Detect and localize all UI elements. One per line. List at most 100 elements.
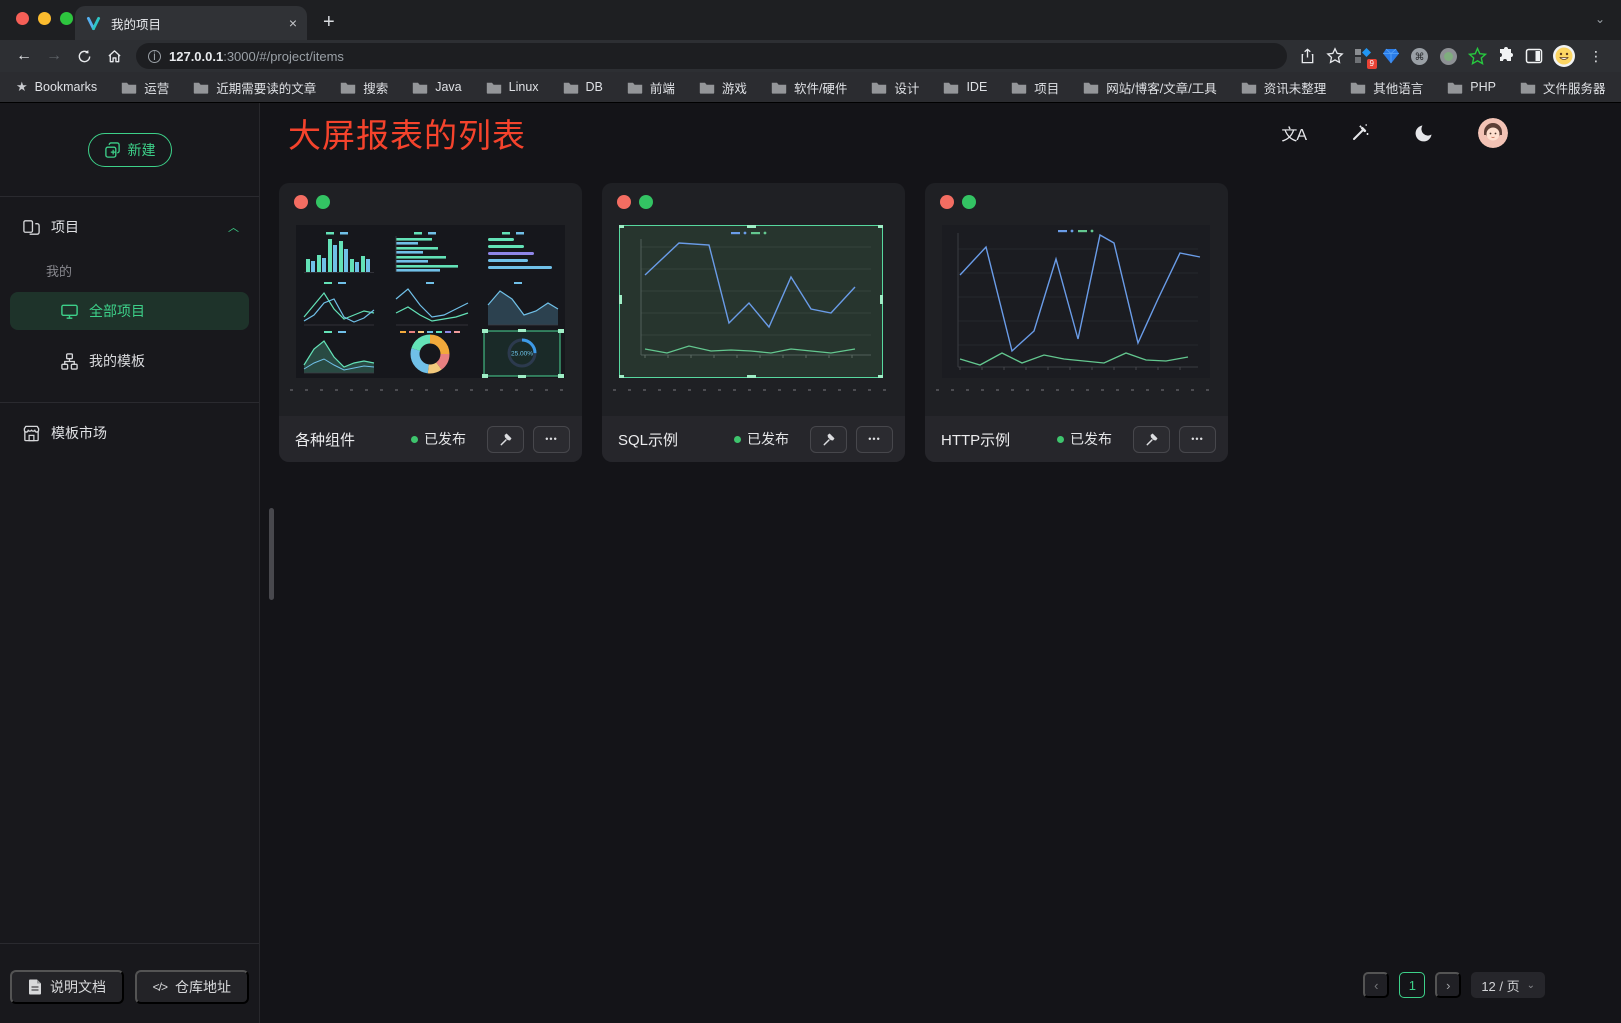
- toolbar-right-icons: 9 ⌘ ⋮: [1295, 45, 1611, 67]
- window-zoom-button[interactable]: [60, 12, 73, 25]
- bookmark-folder[interactable]: DB: [563, 80, 603, 94]
- browser-tab[interactable]: 我的项目 ×: [75, 6, 307, 40]
- bookmark-folder[interactable]: Linux: [486, 80, 539, 94]
- new-project-button[interactable]: 新建: [88, 133, 172, 167]
- project-card-list: 25.00% 各种组件 已发布: [260, 163, 1621, 462]
- theme-wand-icon[interactable]: [1350, 123, 1370, 143]
- user-avatar[interactable]: [1478, 118, 1508, 148]
- bookmark-folder[interactable]: PHP: [1447, 80, 1496, 94]
- extension-command-icon[interactable]: ⌘: [1410, 47, 1429, 66]
- bookmark-folder[interactable]: 前端: [627, 78, 675, 97]
- folder-icon: [871, 81, 887, 94]
- hammer-icon: [498, 432, 513, 447]
- bookmark-folder[interactable]: 运营: [121, 78, 169, 97]
- edit-project-button[interactable]: [487, 426, 524, 453]
- status-dot: [734, 436, 741, 443]
- sidebar-item-my-templates[interactable]: 我的模板: [10, 342, 249, 380]
- svg-text:⌘: ⌘: [1415, 52, 1425, 63]
- project-card[interactable]: 25.00% 各种组件 已发布: [279, 183, 582, 462]
- profile-avatar[interactable]: [1553, 45, 1575, 67]
- red-dot: [940, 195, 954, 209]
- bookmark-folder[interactable]: 文件服务器: [1520, 78, 1606, 97]
- edit-project-button[interactable]: [810, 426, 847, 453]
- new-tab-button[interactable]: +: [323, 11, 335, 34]
- bookmark-folder[interactable]: IDE: [943, 80, 987, 94]
- project-card[interactable]: SQL示例 已发布 •••: [602, 183, 905, 462]
- window-minimize-button[interactable]: [38, 12, 51, 25]
- header-actions: 文A: [1281, 118, 1508, 148]
- project-name: 各种组件: [295, 429, 411, 450]
- status-dot: [1057, 436, 1064, 443]
- forward-button[interactable]: →: [40, 43, 68, 69]
- green-dot: [639, 195, 653, 209]
- page-size-select[interactable]: 12 / 页 ⌄: [1471, 972, 1545, 998]
- tab-search-chevron-icon[interactable]: ⌄: [1595, 12, 1605, 26]
- bookmark-folder[interactable]: 游戏: [699, 78, 747, 97]
- sidebar-item-template-market[interactable]: 模板市场: [0, 403, 259, 443]
- bookmarks-manager-item[interactable]: ★ Bookmarks: [16, 79, 97, 95]
- bookmark-folder[interactable]: 近期需要读的文章: [193, 78, 316, 97]
- back-button[interactable]: ←: [10, 43, 38, 69]
- page-title: 大屏报表的列表: [288, 109, 526, 157]
- store-icon: [22, 424, 41, 443]
- folder-icon: [1011, 81, 1027, 94]
- share-icon[interactable]: [1299, 48, 1316, 65]
- bookmarks-bar: ★ Bookmarks 运营 近期需要读的文章 搜索 Java Linux DB…: [0, 72, 1621, 103]
- repo-button[interactable]: </> 仓库地址: [135, 970, 249, 1004]
- green-dot: [316, 195, 330, 209]
- side-panel-icon[interactable]: [1525, 47, 1543, 65]
- more-options-button[interactable]: •••: [856, 426, 893, 453]
- language-icon[interactable]: 文A: [1281, 121, 1306, 145]
- tab-close-icon[interactable]: ×: [289, 15, 297, 31]
- card-footer: SQL示例 已发布 •••: [602, 416, 905, 462]
- folder-icon: [412, 81, 428, 94]
- extensions-puzzle-icon[interactable]: [1497, 47, 1515, 65]
- project-thumbnail: [942, 225, 1211, 378]
- site-info-icon[interactable]: i: [148, 50, 161, 63]
- next-page-button[interactable]: ›: [1435, 972, 1461, 998]
- star-icon: ★: [16, 79, 28, 95]
- extension-star-icon[interactable]: [1468, 47, 1487, 66]
- browser-menu-icon[interactable]: ⋮: [1585, 48, 1607, 65]
- sidebar: 新建 项目 ︿ 我的 全部项目 我的模板: [0, 103, 260, 1023]
- hammer-icon: [821, 432, 836, 447]
- bookmark-folder[interactable]: 软件/硬件: [771, 78, 847, 97]
- scrollbar-thumb[interactable]: [269, 508, 274, 600]
- folder-icon: [1447, 81, 1463, 94]
- current-page-button[interactable]: 1: [1399, 972, 1425, 998]
- more-options-button[interactable]: •••: [1179, 426, 1216, 453]
- bookmark-folder[interactable]: 网站/博客/文章/工具: [1083, 78, 1216, 97]
- bookmark-folder[interactable]: 设计: [871, 78, 919, 97]
- docs-button[interactable]: 说明文档: [10, 970, 124, 1004]
- url-bar[interactable]: i 127.0.0.1:3000/#/project/items: [136, 43, 1287, 69]
- reload-button[interactable]: [70, 43, 98, 69]
- folder-icon: [1241, 81, 1257, 94]
- window-close-button[interactable]: [16, 12, 29, 25]
- bookmark-folder[interactable]: Java: [412, 80, 461, 94]
- folder-icon: [1083, 81, 1099, 94]
- gauge-value: 25.00%: [511, 351, 533, 358]
- extension-tabs-icon[interactable]: 9: [1354, 47, 1372, 65]
- prev-page-button[interactable]: ‹: [1363, 972, 1389, 998]
- bookmark-folder[interactable]: 资讯未整理: [1241, 78, 1327, 97]
- extension-gem-icon[interactable]: [1382, 47, 1400, 65]
- folder-icon: [627, 81, 643, 94]
- sidebar-item-all-projects[interactable]: 全部项目: [10, 292, 249, 330]
- bookmark-folder[interactable]: 项目: [1011, 78, 1059, 97]
- bookmark-star-icon[interactable]: [1326, 47, 1344, 65]
- bookmark-folder[interactable]: 其他语言: [1350, 78, 1423, 97]
- dark-mode-moon-icon[interactable]: [1414, 123, 1434, 143]
- extension-record-icon[interactable]: [1439, 47, 1458, 66]
- home-button[interactable]: [100, 43, 128, 69]
- status-badge: 已发布: [411, 429, 466, 449]
- sidebar-group-projects[interactable]: 项目 ︿: [0, 197, 259, 237]
- project-card[interactable]: HTTP示例 已发布 •••: [925, 183, 1228, 462]
- bookmark-folder[interactable]: 搜索: [340, 78, 388, 97]
- document-icon: [28, 979, 42, 995]
- chevron-up-icon[interactable]: ︿: [228, 219, 239, 235]
- more-options-button[interactable]: •••: [533, 426, 570, 453]
- project-thumbnail: 25.00%: [296, 225, 565, 378]
- edit-project-button[interactable]: [1133, 426, 1170, 453]
- code-icon: </>: [153, 980, 167, 994]
- folder-icon: [1520, 81, 1536, 94]
